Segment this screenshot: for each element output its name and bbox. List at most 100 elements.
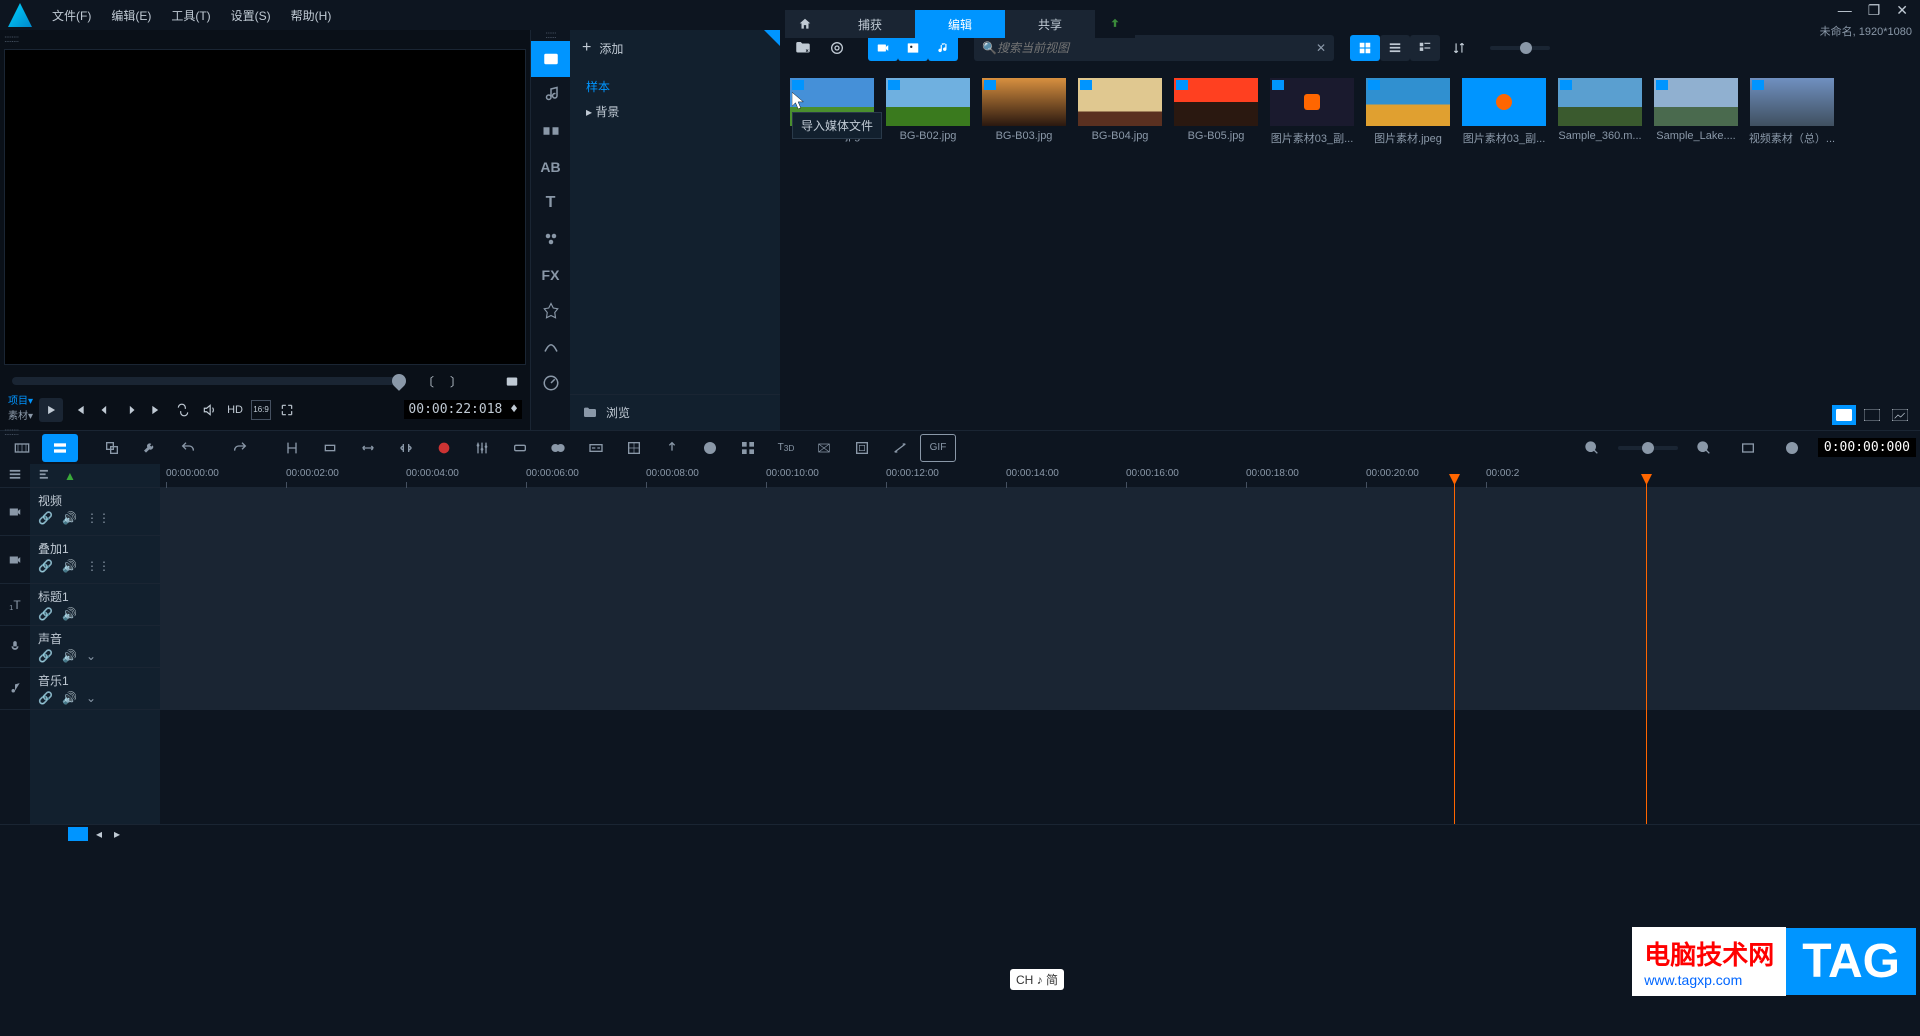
import-button[interactable] bbox=[788, 35, 818, 61]
tlbtn-slip[interactable] bbox=[312, 434, 348, 462]
preview-seek-slider[interactable] bbox=[12, 377, 406, 385]
sidetab-overlay[interactable] bbox=[531, 221, 570, 257]
close-button[interactable]: ✕ bbox=[1892, 0, 1912, 21]
scroll-right-icon[interactable]: ▸ bbox=[110, 827, 124, 841]
tlbtn-slide[interactable] bbox=[388, 434, 424, 462]
playhead[interactable] bbox=[1454, 474, 1455, 824]
sidetab-media[interactable] bbox=[531, 41, 570, 77]
sidetab-transition[interactable] bbox=[531, 113, 570, 149]
media-item[interactable]: BG-B05.jpg bbox=[1172, 78, 1260, 146]
zoom-fit-icon[interactable] bbox=[1730, 434, 1766, 462]
mute-icon[interactable]: 🔊 bbox=[62, 607, 76, 621]
track-header[interactable]: 音乐1🔗🔊⌄ bbox=[30, 668, 160, 710]
sidetab-fx[interactable]: FX bbox=[531, 257, 570, 293]
view-details[interactable] bbox=[1410, 35, 1440, 61]
scroll-sync-icon[interactable] bbox=[68, 827, 88, 841]
media-item[interactable]: Sample_Lake.... bbox=[1652, 78, 1740, 146]
fullscreen-icon[interactable] bbox=[277, 400, 297, 420]
media-item[interactable]: BG-B02.jpg bbox=[884, 78, 972, 146]
track-row[interactable] bbox=[160, 668, 1920, 710]
timeline-scrollbar[interactable]: ◂ ▸ bbox=[0, 824, 1920, 842]
track-type-voice[interactable] bbox=[0, 626, 30, 668]
tlbtn-mask[interactable] bbox=[806, 434, 842, 462]
menu-file[interactable]: 文件(F) bbox=[44, 3, 99, 28]
thumbnail-size-slider[interactable] bbox=[1490, 46, 1550, 50]
add-track-icon[interactable]: ▲ bbox=[64, 469, 76, 483]
menu-tools[interactable]: 工具(T) bbox=[163, 3, 218, 28]
preview-viewport[interactable] bbox=[4, 49, 526, 365]
track-header[interactable]: 声音🔗🔊⌄ bbox=[30, 626, 160, 668]
track-header[interactable]: 叠加1🔗🔊⋮⋮ bbox=[30, 536, 160, 584]
tlbtn-redo[interactable] bbox=[222, 434, 258, 462]
view-thumbnails[interactable] bbox=[1350, 35, 1380, 61]
track-options-icon[interactable] bbox=[38, 467, 52, 484]
sidetab-audio[interactable] bbox=[531, 77, 570, 113]
mark-out-icon[interactable]: 〕 bbox=[446, 371, 466, 391]
media-item[interactable]: 图片素材03_副... bbox=[1268, 78, 1356, 146]
track-row[interactable] bbox=[160, 536, 1920, 584]
tree-background[interactable]: ▸ 背景 bbox=[586, 99, 764, 124]
sidetab-title[interactable]: AB bbox=[531, 149, 570, 185]
mute-icon[interactable]: 🔊 bbox=[62, 649, 76, 663]
tab-upload[interactable] bbox=[1095, 10, 1135, 38]
tlbtn-undo[interactable] bbox=[170, 434, 206, 462]
track-header[interactable]: 视频🔗🔊⋮⋮ bbox=[30, 488, 160, 536]
sidetab-color[interactable] bbox=[531, 293, 570, 329]
aspect-ratio[interactable]: 16:9 bbox=[251, 400, 271, 420]
view-list[interactable] bbox=[1380, 35, 1410, 61]
tlbtn-trim[interactable] bbox=[274, 434, 310, 462]
maximize-button[interactable]: ❐ bbox=[1864, 0, 1885, 21]
media-item[interactable]: Sample_360.m... bbox=[1556, 78, 1644, 146]
media-item[interactable]: BG-B03.jpg bbox=[980, 78, 1068, 146]
track-row[interactable] bbox=[160, 488, 1920, 536]
panel-grip-icon[interactable]: :::::: bbox=[531, 30, 570, 41]
tlbtn-pan-zoom[interactable] bbox=[844, 434, 880, 462]
tlbtn-timeremapping[interactable] bbox=[882, 434, 918, 462]
go-end-icon[interactable] bbox=[147, 400, 167, 420]
footer-panel-1[interactable] bbox=[1832, 405, 1856, 425]
zoom-in-icon[interactable] bbox=[1686, 434, 1722, 462]
footer-panel-2[interactable] bbox=[1860, 405, 1884, 425]
loop-icon[interactable] bbox=[173, 400, 193, 420]
zoom-slider[interactable] bbox=[1618, 446, 1678, 450]
filter-photo[interactable] bbox=[898, 35, 928, 61]
tree-sample[interactable]: 样本 bbox=[586, 74, 764, 99]
link-icon[interactable]: 🔗 bbox=[38, 649, 52, 663]
link-icon[interactable]: 🔗 bbox=[38, 511, 52, 525]
link-icon[interactable]: 🔗 bbox=[38, 607, 52, 621]
volume-icon[interactable] bbox=[199, 400, 219, 420]
clear-search-icon[interactable]: ✕ bbox=[1316, 41, 1326, 55]
menu-help[interactable]: 帮助(H) bbox=[283, 3, 340, 28]
filter-audio[interactable] bbox=[928, 35, 958, 61]
tab-capture[interactable]: 捕获 bbox=[825, 10, 915, 38]
tlbtn-multicam[interactable] bbox=[730, 434, 766, 462]
mute-icon[interactable]: 🔊 bbox=[62, 691, 76, 705]
chevron-down-icon[interactable]: ⌄ bbox=[86, 691, 100, 705]
track-type-title[interactable]: ₁T bbox=[0, 584, 30, 626]
zoom-out-icon[interactable] bbox=[1574, 434, 1610, 462]
sort-button[interactable] bbox=[1444, 35, 1474, 61]
media-item[interactable]: BG-B04.jpg bbox=[1076, 78, 1164, 146]
tlbtn-record[interactable] bbox=[426, 434, 462, 462]
tlbtn-3dtitle[interactable]: T3D bbox=[768, 434, 804, 462]
track-type-video[interactable] bbox=[0, 488, 30, 536]
mute-icon[interactable]: 🔊 bbox=[62, 559, 76, 573]
go-start-icon[interactable] bbox=[69, 400, 89, 420]
tlbtn-track-motion[interactable] bbox=[692, 434, 728, 462]
panel-grip-icon[interactable]: :::::::: bbox=[4, 34, 526, 45]
track-type-music[interactable] bbox=[0, 668, 30, 710]
tlbtn-replace[interactable] bbox=[94, 434, 130, 462]
hd-toggle[interactable]: HD bbox=[225, 400, 245, 420]
tab-share[interactable]: 共享 bbox=[1005, 10, 1095, 38]
preview-timecode[interactable]: 00:00:22:018 ♦ bbox=[404, 400, 522, 419]
timeline-ruler[interactable]: 00:00:00:0000:00:02:0000:00:04:0000:00:0… bbox=[160, 464, 1920, 488]
track-header[interactable]: 标题1🔗🔊 bbox=[30, 584, 160, 626]
mute-icon[interactable]: 🔊 bbox=[62, 511, 76, 525]
add-folder-button[interactable]: + 添加 bbox=[570, 30, 780, 66]
tlbtn-timeline[interactable] bbox=[42, 434, 78, 462]
mode-project[interactable]: 项目▾ bbox=[8, 397, 33, 407]
tab-home[interactable] bbox=[785, 10, 825, 38]
capture-button[interactable] bbox=[822, 35, 852, 61]
track-menu-icon[interactable] bbox=[8, 467, 22, 484]
link-icon[interactable]: 🔗 bbox=[38, 691, 52, 705]
